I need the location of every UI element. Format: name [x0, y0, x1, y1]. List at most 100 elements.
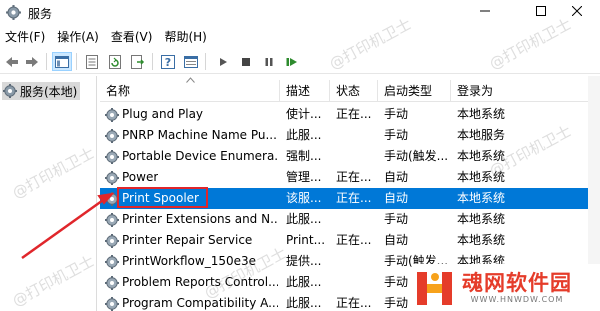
service-status [336, 146, 376, 167]
service-name-cell: Plug and Play [104, 104, 278, 125]
service-description: 该服... [286, 191, 322, 205]
console-button[interactable] [181, 52, 201, 71]
service-description: 此服... [286, 296, 322, 310]
tree-item-label: 服务(本地) [20, 84, 78, 99]
service-name: PNRP Machine Name Pu... [122, 128, 277, 142]
maximize-icon [536, 6, 546, 16]
service-status: 正在... [336, 296, 372, 310]
title-bar: 服务 [0, 0, 600, 26]
start-icon [220, 57, 227, 66]
tree-item-services-local[interactable]: 服务(本地) [2, 82, 81, 100]
column-header-name[interactable]: 名称 [100, 80, 280, 102]
service-description: 强制... [286, 149, 322, 163]
show-tree-button[interactable] [52, 52, 72, 71]
forward-icon [26, 56, 38, 67]
service-name: Printer Repair Service [122, 233, 253, 247]
service-description: 此服... [286, 275, 322, 289]
pause-service-button[interactable] [259, 52, 279, 71]
table-row[interactable]: Plug and Play 使计... 正在... 手动 本地系统 [100, 104, 600, 125]
restart-service-button[interactable] [282, 52, 302, 71]
svg-text:?: ? [165, 56, 171, 69]
service-startup-type: 自动 [384, 170, 409, 184]
service-description: 此服... [286, 212, 322, 226]
service-status: 正在... [336, 233, 372, 247]
service-description: 管理... [286, 170, 322, 184]
service-description: 此服... [286, 128, 322, 142]
menu-help[interactable]: 帮助(H) [159, 27, 213, 47]
service-startup-type: 自动 [384, 233, 409, 247]
service-name: Program Compatibility A... [122, 296, 278, 310]
table-row[interactable]: Printer Extensions and N... 此服... 手动 本地系统 [100, 209, 600, 230]
minimize-icon [480, 10, 490, 12]
properties-icon [86, 54, 98, 69]
back-icon [6, 56, 18, 67]
menu-file[interactable]: 文件(F) [0, 27, 52, 47]
toolbar-separator [46, 53, 47, 70]
service-name-cell: PNRP Machine Name Pu... [104, 125, 278, 146]
highlight-box [117, 187, 208, 208]
site-logo: 魂网软件园 WWW.HNWDW.COM [412, 264, 600, 311]
service-gear-icon [105, 275, 119, 290]
export-icon [131, 54, 145, 69]
service-startup-type: 手动(触发... [384, 149, 449, 163]
service-name-cell: Program Compatibility A... [104, 293, 278, 311]
service-name-cell: Portable Device Enumera... [104, 146, 278, 167]
logo-text: 魂网软件园 [462, 271, 572, 295]
service-gear-icon [105, 107, 119, 122]
start-service-button[interactable] [213, 52, 233, 71]
refresh-button[interactable] [105, 52, 125, 71]
service-log-on-as: 本地系统 [457, 233, 506, 247]
table-row[interactable]: Printer Repair Service Print... 正在... 自动 本地系… [100, 230, 600, 251]
service-startup-type: 自动 [384, 191, 409, 205]
show-tree-icon [55, 55, 69, 68]
service-name: Portable Device Enumera... [122, 149, 278, 163]
logo-mark-icon [417, 271, 452, 305]
service-name-cell: Printer Extensions and N... [104, 209, 278, 230]
help-icon: ? [161, 54, 175, 69]
service-startup-type: 手动 [384, 128, 409, 142]
service-name-cell: Printer Repair Service [104, 230, 278, 251]
services-gear-icon [3, 84, 17, 98]
forward-button[interactable] [22, 52, 42, 71]
window-title: 服务 [28, 7, 53, 21]
restart-icon [286, 57, 297, 66]
menu-view[interactable]: 查看(V) [106, 27, 160, 47]
service-gear-icon [105, 296, 119, 311]
services-gear-icon [6, 5, 21, 20]
service-gear-icon [105, 254, 119, 269]
service-startup-type: 手动 [384, 212, 409, 226]
help-button[interactable]: ? [158, 52, 178, 71]
service-name: Power [122, 170, 159, 184]
services-window: 服务 文件(F) 操作(A) 查看(V) 帮助(H) ? 服务(本地) 名称 描… [0, 0, 600, 311]
logo-url: WWW.HNWDW.COM [470, 295, 564, 304]
stop-service-button[interactable] [236, 52, 256, 71]
column-header-status[interactable]: 状态 [330, 80, 378, 102]
toolbar-separator [152, 53, 153, 70]
service-status [336, 125, 376, 146]
service-description: Print... [286, 233, 326, 247]
column-header-log-on-as[interactable]: 登录为 [451, 80, 588, 102]
export-button[interactable] [128, 52, 148, 71]
menu-action[interactable]: 操作(A) [52, 27, 106, 47]
column-header-description[interactable]: 描述 [280, 80, 330, 102]
back-button[interactable] [2, 52, 22, 71]
service-gear-icon [105, 128, 119, 143]
service-description: 使计... [286, 107, 322, 121]
minimize-button[interactable] [462, 0, 508, 22]
table-row[interactable]: Power 管理... 正在... 自动 本地系统 [100, 167, 600, 188]
service-log-on-as: 本地系统 [457, 170, 506, 184]
properties-button[interactable] [82, 52, 102, 71]
service-log-on-as: 本地系统 [457, 212, 506, 226]
close-icon [572, 6, 582, 16]
service-startup-type: 手动 [384, 107, 409, 121]
service-status [336, 209, 376, 230]
console-icon [184, 55, 198, 68]
service-log-on-as: 本地系统 [457, 191, 506, 205]
column-header-startup-type[interactable]: 启动类型 [378, 80, 451, 102]
service-status: 正在... [336, 191, 372, 205]
toolbar-separator [76, 53, 77, 70]
list-header: 名称 描述 状态 启动类型 登录为 [100, 77, 600, 102]
service-status: 正在... [336, 107, 372, 121]
service-name-cell: Power [104, 167, 278, 188]
service-status: 正在... [336, 170, 372, 184]
